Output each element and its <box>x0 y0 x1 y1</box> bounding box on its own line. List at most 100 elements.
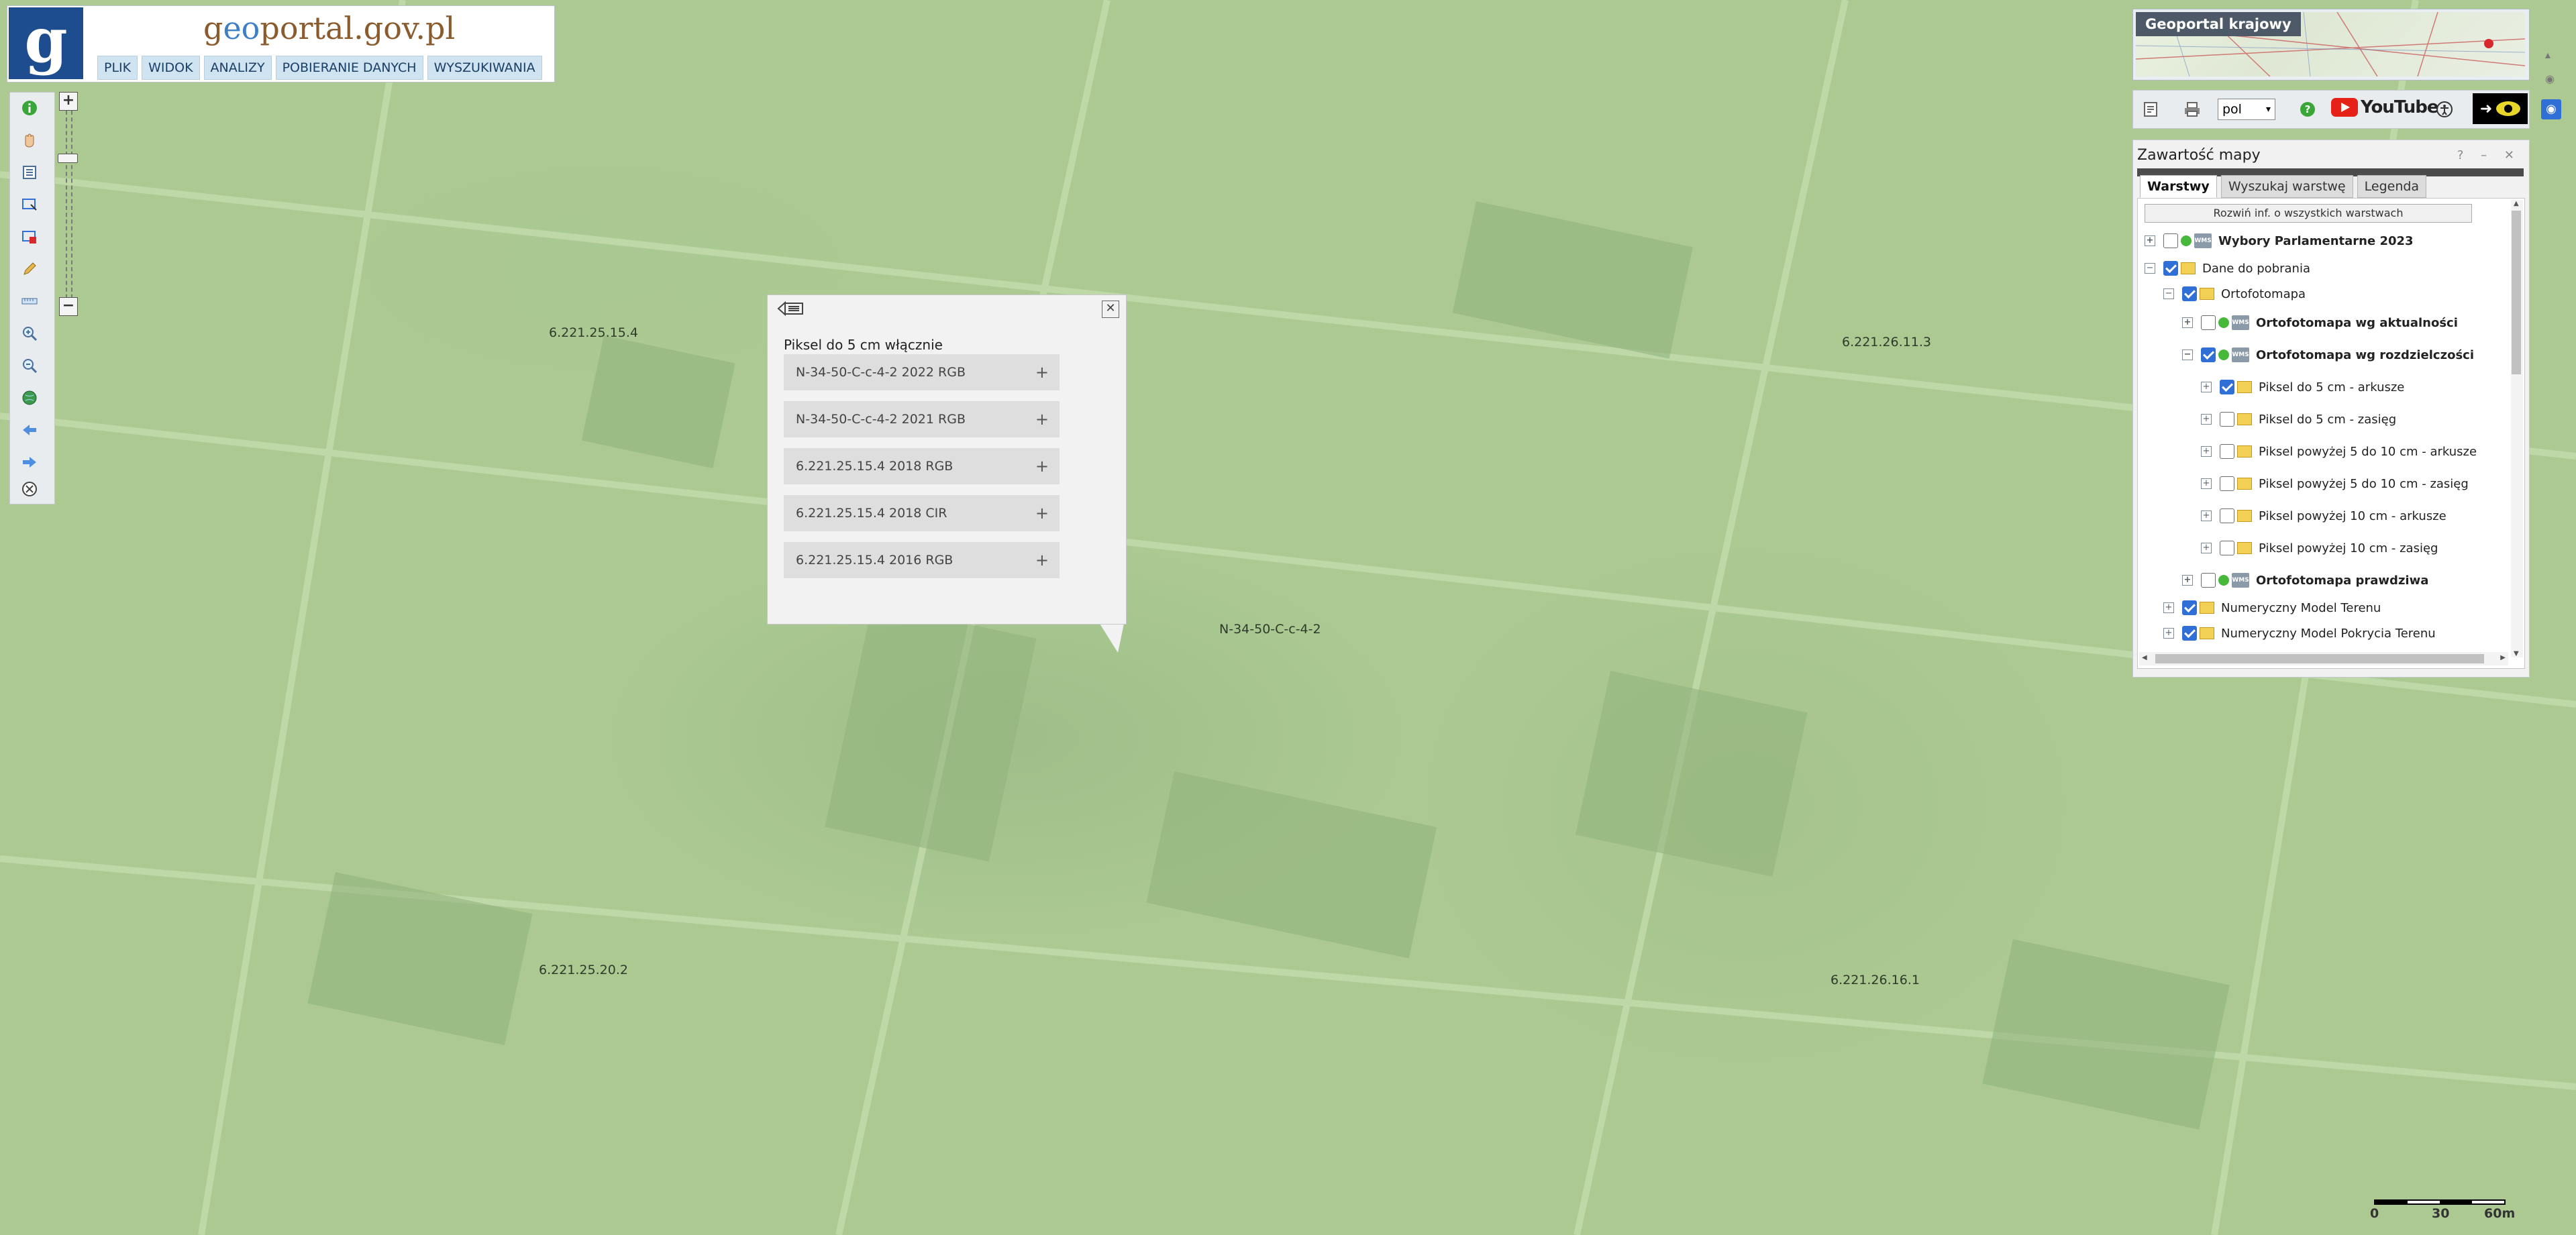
expand-toggle-icon[interactable]: + <box>2163 628 2174 639</box>
vertical-scrollbar[interactable]: ▲ ▼ <box>2511 200 2523 657</box>
expand-plus-icon[interactable]: + <box>1035 504 1049 523</box>
collapse-arrow-icon[interactable]: ▴ <box>2545 48 2551 61</box>
arrow-forward-icon[interactable] <box>19 452 40 472</box>
vertical-scroll-thumb[interactable] <box>2512 211 2521 374</box>
layer-checkbox[interactable] <box>2201 347 2216 362</box>
help-icon[interactable]: ? <box>2297 99 2318 120</box>
expand-all-button[interactable]: Rozwiń inf. o wszystkich warstwach <box>2145 204 2472 223</box>
tab-warstwy[interactable]: Warstwy <box>2140 175 2217 198</box>
overview-map[interactable]: Geoportal krajowy <box>2132 9 2530 80</box>
layer-row[interactable]: + Piksel powyżej 5 do 10 cm - arkusze <box>2201 441 2477 462</box>
scroll-left-icon[interactable]: ◀ <box>2142 654 2147 661</box>
layer-row[interactable]: + Numeryczny Model Pokrycia Terenu <box>2163 623 2436 643</box>
layer-checkbox[interactable] <box>2220 444 2234 459</box>
accessibility-icon[interactable] <box>2434 99 2455 120</box>
expand-toggle-icon[interactable]: + <box>2201 511 2212 521</box>
layer-row[interactable]: + WMS Wybory Parlamentarne 2023 <box>2145 231 2414 251</box>
expand-toggle-icon[interactable]: + <box>2201 382 2212 392</box>
zoom-in-icon[interactable] <box>19 323 40 343</box>
horizontal-scroll-thumb[interactable] <box>2155 654 2484 663</box>
layer-row[interactable]: + Piksel powyżej 5 do 10 cm - zasięg <box>2201 474 2469 494</box>
document-icon[interactable] <box>2140 99 2161 120</box>
eye-small-icon[interactable]: ◉ <box>2545 72 2555 85</box>
zoom-handle[interactable] <box>58 154 78 163</box>
zoom-plus-button[interactable]: + <box>59 92 78 111</box>
tab-legenda[interactable]: Legenda <box>2357 175 2427 198</box>
layer-row[interactable]: + WMS Ortofotomapa wg aktualności <box>2182 313 2458 333</box>
pencil-icon[interactable] <box>19 259 40 279</box>
geoportal-logo[interactable]: g <box>9 7 83 79</box>
popup-item[interactable]: 6.221.25.15.4 2018 CIR + <box>784 495 1060 531</box>
expand-toggle-icon[interactable]: + <box>2182 317 2193 328</box>
layer-checkbox[interactable] <box>2201 315 2216 330</box>
expand-toggle-icon[interactable]: + <box>2145 235 2155 246</box>
expand-toggle-icon[interactable]: + <box>2201 446 2212 457</box>
select-area-icon[interactable] <box>19 195 40 215</box>
contrast-mode-button[interactable]: ➜ <box>2473 93 2528 124</box>
scroll-down-icon[interactable]: ▼ <box>2514 650 2519 657</box>
layer-row[interactable]: + Piksel powyżej 10 cm - arkusze <box>2201 506 2446 526</box>
reset-view-icon[interactable] <box>19 479 40 499</box>
popup-item[interactable]: 6.221.25.15.4 2016 RGB + <box>784 542 1060 578</box>
popup-item[interactable]: 6.221.25.15.4 2018 RGB + <box>784 448 1060 484</box>
layer-checkbox[interactable] <box>2182 600 2197 615</box>
layer-checkbox[interactable] <box>2220 508 2234 523</box>
youtube-link[interactable]: YouTube <box>2331 97 2438 117</box>
language-select[interactable]: pol ▾ <box>2218 99 2275 120</box>
layer-checkbox[interactable] <box>2201 573 2216 588</box>
layer-checkbox[interactable] <box>2182 626 2197 641</box>
scroll-up-icon[interactable]: ▲ <box>2514 200 2519 207</box>
layer-row[interactable]: + Piksel do 5 cm - zasięg <box>2201 409 2396 429</box>
popup-item[interactable]: N-34-50-C-c-4-2 2021 RGB + <box>784 401 1060 437</box>
menu-pobieranie-danych[interactable]: POBIERANIE DANYCH <box>275 56 423 80</box>
layer-checkbox[interactable] <box>2220 541 2234 555</box>
horizontal-scrollbar[interactable]: ◀ ▶ <box>2139 652 2508 665</box>
collapse-toggle-icon[interactable]: − <box>2163 288 2174 299</box>
layer-checkbox[interactable] <box>2220 412 2234 427</box>
expand-toggle-icon[interactable]: + <box>2201 478 2212 489</box>
globe-icon[interactable] <box>19 388 40 408</box>
menu-wyszukiwania[interactable]: WYSZUKIWANIA <box>427 56 542 80</box>
scroll-right-icon[interactable]: ▶ <box>2500 654 2506 661</box>
layer-row[interactable]: − Ortofotomapa <box>2163 284 2306 304</box>
popup-item[interactable]: N-34-50-C-c-4-2 2022 RGB + <box>784 354 1060 390</box>
menu-plik[interactable]: PLIK <box>97 56 138 80</box>
print-icon[interactable] <box>2181 99 2203 120</box>
tab-wyszukaj-warstwe[interactable]: Wyszukaj warstwę <box>2220 175 2353 198</box>
layer-row[interactable]: + Piksel do 5 cm - arkusze <box>2201 377 2404 397</box>
measure-icon[interactable] <box>19 291 40 311</box>
layer-row[interactable]: + WMS Ortofotomapa prawdziwa <box>2182 570 2428 590</box>
pan-hand-icon[interactable] <box>19 130 40 150</box>
layer-row[interactable]: − WMS Ortofotomapa wg rozdzielczości <box>2182 345 2474 365</box>
collapse-toggle-icon[interactable]: − <box>2145 263 2155 274</box>
expand-toggle-icon[interactable]: + <box>2201 543 2212 553</box>
info-icon[interactable] <box>19 98 40 118</box>
layer-row[interactable]: + Piksel powyżej 10 cm - zasięg <box>2201 538 2438 558</box>
layer-checkbox[interactable] <box>2220 380 2234 394</box>
arrow-back-icon[interactable] <box>19 420 40 440</box>
menu-widok[interactable]: WIDOK <box>142 56 200 80</box>
expand-plus-icon[interactable]: + <box>1035 551 1049 570</box>
menu-analizy[interactable]: ANALIZY <box>203 56 272 80</box>
layer-row[interactable]: + Numeryczny Model Terenu <box>2163 598 2381 618</box>
zoom-minus-button[interactable]: − <box>59 297 78 316</box>
expand-toggle-icon[interactable]: + <box>2182 575 2193 586</box>
zoom-slider[interactable]: + − <box>56 92 79 323</box>
layer-checkbox[interactable] <box>2182 286 2197 301</box>
layer-checkbox[interactable] <box>2163 233 2178 248</box>
zoom-out-icon[interactable] <box>19 356 40 376</box>
popup-list-icon[interactable] <box>777 301 804 317</box>
expand-plus-icon[interactable]: + <box>1035 457 1049 476</box>
expand-plus-icon[interactable]: + <box>1035 410 1049 429</box>
expand-toggle-icon[interactable]: + <box>2163 602 2174 613</box>
visibility-toggle-icon[interactable]: ◉ <box>2541 99 2561 119</box>
collapse-toggle-icon[interactable]: − <box>2182 350 2193 360</box>
layer-row[interactable]: − Dane do pobrania <box>2145 258 2310 278</box>
expand-toggle-icon[interactable]: + <box>2201 414 2212 425</box>
clear-selection-icon[interactable] <box>19 227 40 247</box>
panel-window-controls[interactable]: ? – ✕ <box>2457 148 2521 162</box>
layers-list-icon[interactable] <box>19 162 40 182</box>
close-icon[interactable]: ✕ <box>1102 301 1119 318</box>
layer-checkbox[interactable] <box>2220 476 2234 491</box>
expand-plus-icon[interactable]: + <box>1035 363 1049 382</box>
